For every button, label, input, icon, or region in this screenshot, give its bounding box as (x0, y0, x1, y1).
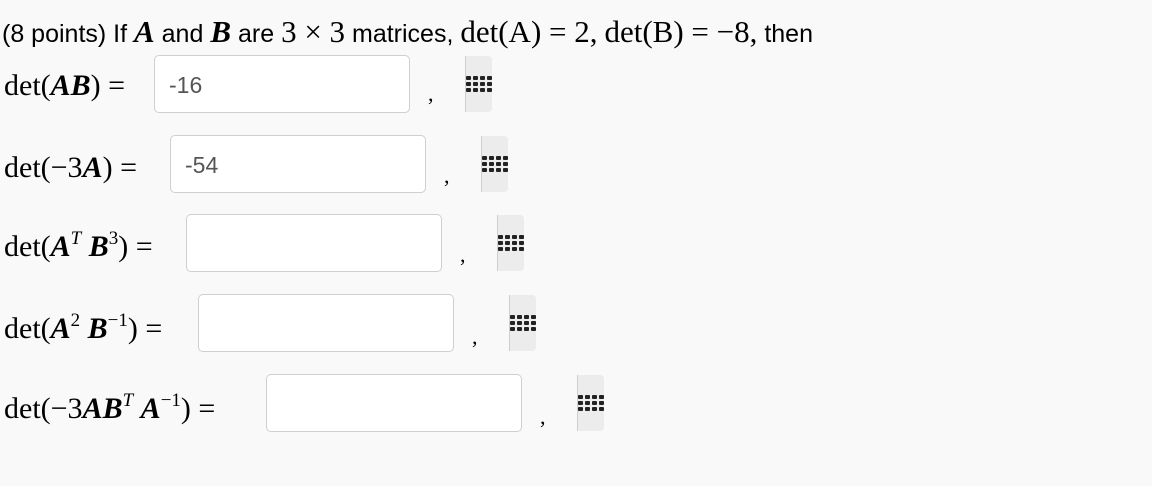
matrix-b-symbol: B (210, 14, 232, 49)
comma-separator: , (540, 404, 546, 429)
det-at-b3-label: det(AT B3) = (4, 228, 153, 263)
keypad-grid-icon (466, 76, 492, 92)
then-word: then (764, 20, 813, 48)
matrix-a-symbol: A (134, 14, 155, 49)
question-text: (8 points) If A and B are 3 × 3 matrices… (2, 14, 813, 50)
matrices-word: matrices, (352, 20, 454, 48)
det-neg3a-label: det(−3A) = (4, 151, 137, 184)
keypad-grid-icon (482, 156, 508, 172)
comma-separator: , (460, 242, 466, 267)
det-a2-binv-label: det(A2 B−1) = (4, 310, 163, 345)
det-ab-keypad-button[interactable] (465, 56, 492, 112)
det-at-b3-answer-group (186, 214, 524, 272)
det-neg3a-keypad-button[interactable] (481, 136, 508, 192)
det-neg3abtainv-input[interactable] (267, 375, 577, 431)
are-word: are (237, 20, 275, 48)
det-ab-label: det(AB) = (4, 69, 126, 102)
comma-separator: , (444, 163, 450, 188)
det-a2-binv-keypad-button[interactable] (509, 295, 536, 351)
det-neg3a-input[interactable] (171, 148, 481, 182)
keypad-grid-icon (578, 395, 604, 411)
det-at-b3-input[interactable] (187, 215, 497, 271)
det-ab-answer-group (154, 55, 492, 113)
points-prefix: (8 points) If (2, 20, 128, 48)
det-neg3a-answer-group (170, 135, 508, 193)
det-neg3abtainv-keypad-button[interactable] (577, 375, 604, 431)
det-neg3abtainv-label: det(−3ABT A−1) = (4, 390, 216, 425)
det-a2-binv-input[interactable] (199, 295, 509, 351)
det-b-given: det(B) = −8, (604, 14, 758, 49)
and-word: and (161, 20, 204, 48)
dimensions: 3 × 3 (281, 14, 346, 49)
keypad-grid-icon (510, 315, 536, 331)
comma-separator: , (472, 324, 478, 349)
det-a-given: det(A) = 2, (460, 14, 598, 49)
det-ab-input[interactable] (155, 68, 465, 102)
comma-separator: , (428, 81, 434, 106)
det-a2-binv-answer-group (198, 294, 536, 352)
det-at-b3-keypad-button[interactable] (497, 215, 524, 271)
det-neg3abtainv-answer-group (266, 374, 604, 432)
keypad-grid-icon (498, 235, 524, 251)
